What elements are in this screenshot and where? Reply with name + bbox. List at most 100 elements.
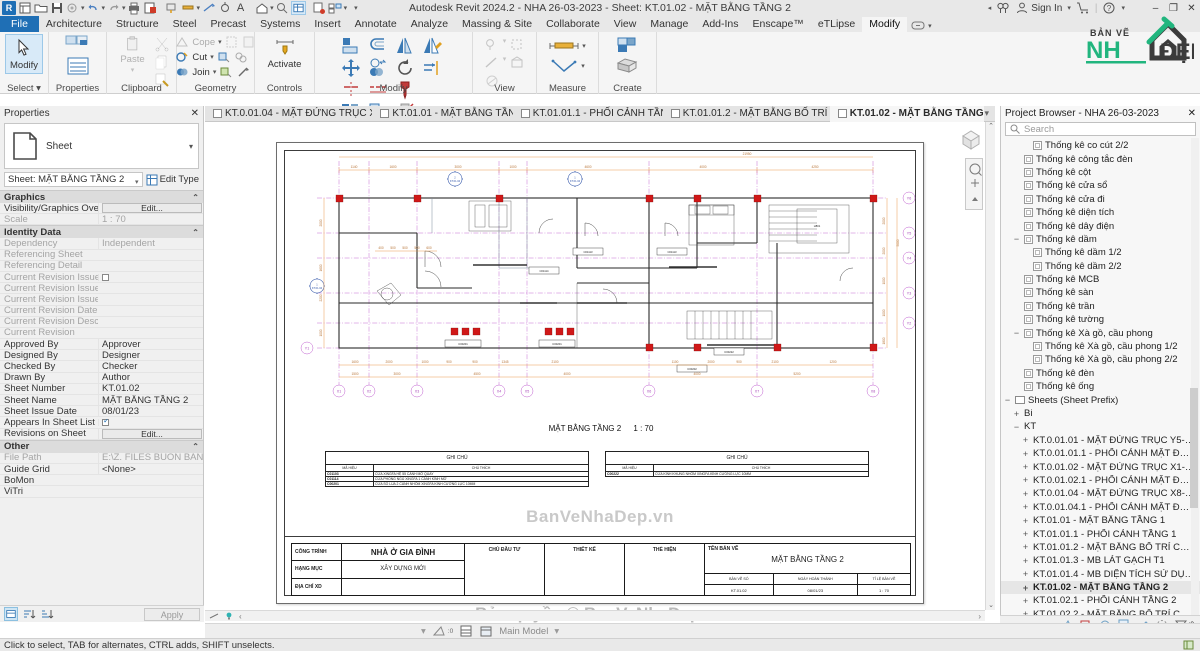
browser-tree-item[interactable]: + KT.0.01.02 - MẶT ĐỨNG TRỤC X1-X8 xyxy=(1001,460,1200,473)
property-row[interactable]: Sheet Number KT.01.02 xyxy=(0,383,203,395)
expand-icon[interactable]: + xyxy=(1021,556,1030,566)
view-tab-active[interactable]: KT.01.02 - MẶT BẰNG TẦNG 2✕ xyxy=(829,105,985,122)
ribbon-tab-structure[interactable]: Structure xyxy=(109,17,166,32)
home-dropdown-icon[interactable]: ▾ xyxy=(270,4,274,12)
model-graphics-style[interactable]: :0 xyxy=(432,624,453,638)
minimize-button[interactable]: – xyxy=(1149,1,1162,15)
property-row[interactable]: Guide Grid <None> xyxy=(0,463,203,476)
help-dropdown-icon[interactable]: ▾ xyxy=(1121,4,1125,12)
chevron-down-icon[interactable]: ▾ xyxy=(189,142,193,151)
section-marker-2[interactable]: 1 KT.01.04 xyxy=(567,171,583,187)
visibility-graphics-edit-button[interactable]: Edit... xyxy=(102,203,202,214)
quick-access-toolbar[interactable]: R ▾ ▾ ▾ ▾ A ▾ ▾ ▾ xyxy=(0,1,358,15)
properties-filter-icon[interactable] xyxy=(4,607,18,621)
browser-scroll-thumb[interactable] xyxy=(1190,388,1198,508)
property-row[interactable]: Current Revision Issued xyxy=(0,272,203,284)
dimension-icon[interactable] xyxy=(181,1,196,15)
property-row[interactable]: ViTri xyxy=(0,486,203,498)
sign-in-button[interactable]: Sign In xyxy=(1015,1,1062,15)
print-icon[interactable] xyxy=(127,1,142,15)
expand-icon[interactable]: + xyxy=(1021,542,1030,552)
hide-icon[interactable] xyxy=(509,37,525,53)
expand-icon[interactable]: + xyxy=(1021,516,1030,526)
move-icon[interactable] xyxy=(340,57,362,79)
copy-move-icon[interactable] xyxy=(367,57,389,79)
detail-level-icon[interactable] xyxy=(459,624,473,638)
browser-tree-item[interactable]: + KT.01.01.4 - MB DIỆN TÍCH SỬ DỤNG T1 xyxy=(1001,568,1200,581)
expand-icon[interactable]: + xyxy=(1021,475,1030,485)
save-icon[interactable] xyxy=(49,1,64,15)
scroll-left-icon[interactable]: ‹ xyxy=(239,612,242,621)
browser-tree-item[interactable]: + KT.01.01 - MẶT BẰNG TẦNG 1 xyxy=(1001,514,1200,527)
paste-button[interactable]: Paste ▾ xyxy=(114,34,152,74)
property-row[interactable]: Designed By Designer xyxy=(0,349,203,362)
ribbon-tab-precast[interactable]: Precast xyxy=(204,17,254,32)
property-value[interactable]: KT.01.02 xyxy=(98,383,203,395)
browser-tree-item[interactable]: − Thống kê dầm xyxy=(1001,233,1200,246)
measure-ruler-icon[interactable] xyxy=(549,38,579,54)
property-value[interactable] xyxy=(98,418,203,426)
cope-remove-icon[interactable] xyxy=(242,35,256,49)
expand-icon[interactable]: + xyxy=(1021,569,1030,579)
browser-tree-item[interactable]: + KT.01.01.1 - PHỐI CẢNH TẦNG 1 xyxy=(1001,527,1200,540)
demolish-icon[interactable] xyxy=(217,50,231,64)
switch-windows-dropdown-icon[interactable]: ▾ xyxy=(344,4,348,12)
property-row[interactable]: Revisions on Sheet Edit... xyxy=(0,428,203,440)
search-collapse-icon[interactable]: ◂ xyxy=(988,4,992,12)
property-value[interactable]: MẶT BẰNG TẦNG 2 xyxy=(98,394,203,406)
browser-tree-item[interactable]: Thống kê Xà gồ, cầu phong 2/2 xyxy=(1001,353,1200,366)
view-tab-1[interactable]: KT.01.01 - MẶT BẰNG TẦNG 1 xyxy=(372,106,513,122)
properties-palette-icon[interactable] xyxy=(66,56,90,76)
browser-tree-item[interactable]: + Bi xyxy=(1001,407,1200,420)
view-tab-2[interactable]: KT.01.01.1 - PHỐI CẢNH TẦNG 1 xyxy=(513,106,663,122)
restore-button[interactable]: ❐ xyxy=(1167,1,1180,15)
wall-join-icon[interactable] xyxy=(236,65,250,79)
property-value[interactable]: Checker xyxy=(98,361,203,373)
collapse-icon[interactable]: ⌃ xyxy=(192,228,199,237)
close-icon[interactable]: ✕ xyxy=(1188,108,1196,119)
property-row[interactable]: Approved By Approver xyxy=(0,338,203,351)
main-model-dropdown-icon[interactable]: ▾ xyxy=(554,626,559,637)
property-row[interactable]: Sheet Name MẶT BẰNG TẦNG 2 xyxy=(0,394,203,407)
ribbon-tab-modify[interactable]: Modify xyxy=(862,17,908,32)
canvas-horizontal-scrollbar[interactable]: ‹ › xyxy=(205,610,985,621)
appears-in-sheet-list-checkbox[interactable] xyxy=(102,418,110,426)
browser-tree-item[interactable]: Thống kê ống xyxy=(1001,380,1200,393)
property-row[interactable]: Checked By Checker xyxy=(0,361,203,373)
browser-tree-item[interactable]: Thống kê dây điện xyxy=(1001,219,1200,232)
ribbon-tab-manage[interactable]: Manage xyxy=(643,17,695,32)
copy-icon[interactable] xyxy=(154,54,170,70)
browser-tree-item[interactable]: Thống kê Xà gồ, cầu phong 1/2 xyxy=(1001,340,1200,353)
browser-tree-item[interactable]: Thống kê co cút 2/2 xyxy=(1001,139,1200,152)
ribbon-tab-collaborate[interactable]: Collaborate xyxy=(539,17,607,32)
browser-tree-item[interactable]: − Sheets (Sheet Prefix) xyxy=(1001,393,1200,406)
ribbon-tab-file[interactable]: File xyxy=(0,16,39,32)
browser-tree-item[interactable]: + KT.01.01.2 - MẶT BẰNG BỐ TRÍ CỬA T1 xyxy=(1001,541,1200,554)
cut-button[interactable]: Cut ▾ xyxy=(175,50,247,64)
property-row[interactable]: Sheet Issue Date 08/01/23 xyxy=(0,405,203,418)
undo-dropdown-icon[interactable]: ▾ xyxy=(102,4,106,12)
shop-icon[interactable] xyxy=(1076,1,1090,15)
mirror-pick-axis-icon[interactable] xyxy=(394,35,416,57)
dimension-dropdown-icon[interactable]: ▾ xyxy=(197,4,201,12)
browser-tree-item[interactable]: Thống kê dầm 2/2 xyxy=(1001,260,1200,273)
expand-icon[interactable]: + xyxy=(1021,435,1030,445)
navigation-bar[interactable] xyxy=(965,158,983,210)
section-marker-1[interactable]: 2 KT.01.04 xyxy=(447,171,463,187)
keynote-icon[interactable] xyxy=(275,1,290,15)
expand-icon[interactable]: + xyxy=(1021,502,1030,512)
split-icon[interactable] xyxy=(340,79,362,101)
browser-tree-item[interactable]: Thống kê MCB xyxy=(1001,273,1200,286)
section-icon[interactable] xyxy=(217,1,232,15)
create-group-icon[interactable] xyxy=(616,36,640,55)
cope-apply-icon[interactable] xyxy=(225,35,239,49)
properties-type-preview[interactable]: Sheet ▾ xyxy=(4,123,199,169)
browser-tree-item[interactable]: +KT.0.01.04.1 - PHỐI CẢNH MẶT ĐỨNG X8-X1 xyxy=(1001,501,1200,514)
ribbon-tab-systems[interactable]: Systems xyxy=(253,17,307,32)
revisions-on-sheet-edit-button[interactable]: Edit... xyxy=(102,428,202,439)
create-similar-icon[interactable] xyxy=(616,57,640,75)
browser-tree-item[interactable]: Thống kê công tắc đèn xyxy=(1001,152,1200,165)
browser-tree-item[interactable]: − Thống kê Xà gồ, cầu phong xyxy=(1001,326,1200,339)
new-sheet-icon[interactable] xyxy=(17,1,32,15)
property-value[interactable]: Designer xyxy=(98,349,203,361)
